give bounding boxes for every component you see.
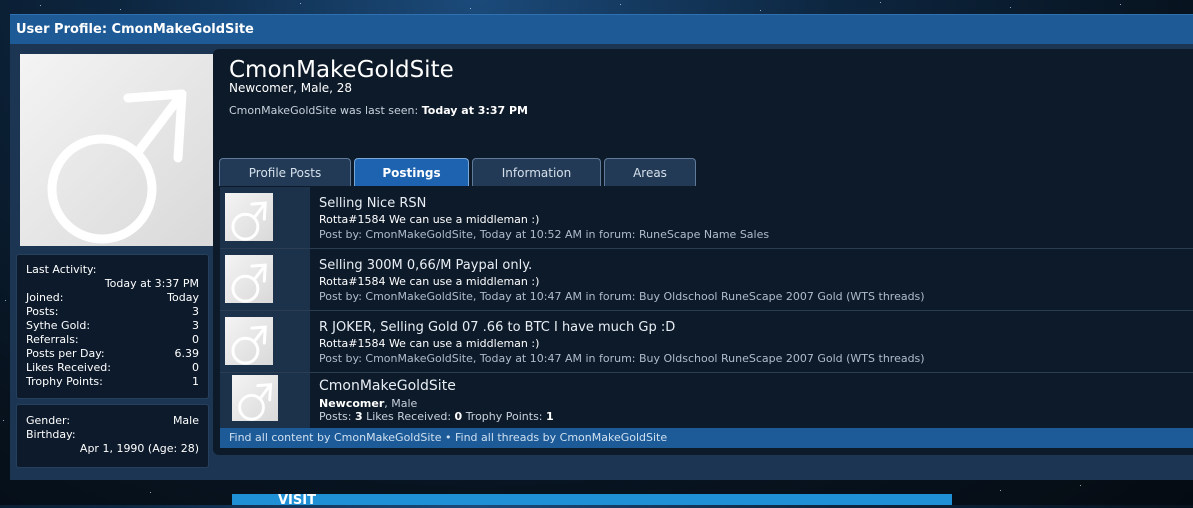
stat-label: Joined: — [26, 291, 64, 304]
last-activity-value: Today at 3:37 PM — [104, 277, 199, 290]
member-row[interactable]: CmonMakeGoldSite Newcomer, Male Posts: 3… — [220, 373, 1193, 430]
gender-label: Gender: — [26, 414, 71, 427]
stat-row: Likes Received: 0 — [17, 361, 208, 375]
stat-value: 3 — [192, 305, 199, 318]
member-likes-label: Likes Received: — [366, 410, 452, 423]
posting-author-avatar[interactable] — [225, 193, 273, 241]
profile-footer-links: Find all content by CmonMakeGoldSite • F… — [220, 428, 1193, 448]
member-gender: , Male — [384, 397, 418, 410]
last-seen-line: CmonMakeGoldSite was last seen: Today at… — [229, 104, 528, 117]
stat-label: Posts per Day: — [26, 347, 105, 360]
stats-list: Joined: Today Posts: 3 Sythe Gold: 3 Referrals… — [17, 291, 208, 389]
posting-row[interactable]: Selling Nice RSN Rotta#1584 We can use a… — [220, 187, 1193, 249]
male-symbol-icon — [238, 383, 273, 421]
member-trophy-label: Trophy Points: — [465, 410, 543, 423]
tab-postings[interactable]: Postings — [354, 158, 469, 186]
bottom-ad-banner[interactable]: VISIT — [232, 493, 952, 508]
stats-box: Last Activity: Today at 3:37 PM Joined: T… — [16, 254, 209, 399]
stat-label: Likes Received: — [26, 361, 111, 374]
page-title: User Profile: CmonMakeGoldSite — [16, 22, 254, 37]
stat-value: 1 — [192, 375, 199, 388]
tab-information[interactable]: Information — [472, 158, 601, 186]
profile-main-content: CmonMakeGoldSite Newcomer, Male, 28 Cmon… — [213, 49, 1193, 455]
stat-label: Posts: — [26, 305, 59, 318]
member-trophy-value: 1 — [546, 410, 554, 423]
birthday-row: Birthday: — [17, 428, 208, 442]
stat-value: Today — [167, 291, 199, 304]
profile-user-title: Newcomer, Male, 28 — [229, 81, 353, 95]
stat-value: 0 — [192, 333, 199, 346]
posting-title-link[interactable]: Selling 300M 0,66/M Paypal only. — [319, 258, 532, 273]
gender-row: Gender: Male — [17, 414, 208, 428]
posting-row[interactable]: Selling 300M 0,66/M Paypal only. Rotta#1… — [220, 249, 1193, 311]
find-all-threads-link[interactable]: Find all threads by CmonMakeGoldSite — [455, 431, 667, 444]
male-symbol-icon — [231, 263, 267, 303]
posting-row[interactable]: R JOKER, Selling Gold 07 .66 to BTC I ha… — [220, 311, 1193, 373]
stat-value: 0 — [192, 361, 199, 374]
birthday-label: Birthday: — [26, 428, 76, 441]
posting-meta: Post by: CmonMakeGoldSite, Today at 10:4… — [319, 290, 925, 303]
male-symbol-icon — [47, 89, 187, 244]
profile-username: CmonMakeGoldSite — [229, 57, 454, 83]
stat-row: Sythe Gold: 3 — [17, 319, 208, 333]
posting-snippet: Rotta#1584 We can use a middleman :) — [319, 213, 540, 226]
posting-snippet: Rotta#1584 We can use a middleman :) — [319, 337, 540, 350]
member-posts-label: Posts: — [319, 410, 352, 423]
last-activity-label: Last Activity: — [26, 263, 97, 276]
posting-author-avatar[interactable] — [225, 317, 273, 365]
tab-areas[interactable]: Areas — [604, 158, 696, 186]
birthday-value: Apr 1, 1990 (Age: 28) — [79, 442, 199, 455]
posting-title-link[interactable]: Selling Nice RSN — [319, 196, 426, 211]
male-symbol-icon — [231, 325, 267, 365]
find-all-content-link[interactable]: Find all content by CmonMakeGoldSite — [229, 431, 441, 444]
member-posts-value: 3 — [354, 410, 363, 423]
stat-row: Joined: Today — [17, 291, 208, 305]
tab-profile-posts[interactable]: Profile Posts — [219, 158, 351, 186]
member-stats: Posts: 3 Likes Received: 0 Trophy Points… — [319, 410, 554, 423]
posting-snippet: Rotta#1584 We can use a middleman :) — [319, 275, 540, 288]
stat-row: Posts per Day: 6.39 — [17, 347, 208, 361]
banner-visit-text: VISIT — [278, 493, 316, 508]
member-rank: Newcomer — [319, 397, 385, 410]
member-likes-value: 0 — [454, 410, 463, 423]
member-title: Newcomer, Male — [319, 397, 417, 410]
stat-label: Referrals: — [26, 333, 79, 346]
member-name-link[interactable]: CmonMakeGoldSite — [319, 378, 456, 394]
last-seen-label: CmonMakeGoldSite was last seen: — [229, 104, 419, 117]
posting-title-link[interactable]: R JOKER, Selling Gold 07 .66 to BTC I ha… — [319, 320, 675, 335]
gender-value: Male — [172, 414, 199, 427]
postings-list: Selling Nice RSN Rotta#1584 We can use a… — [220, 187, 1193, 430]
last-seen-value: Today at 3:37 PM — [421, 104, 529, 117]
stat-row: Referrals: 0 — [17, 333, 208, 347]
posting-meta: Post by: CmonMakeGoldSite, Today at 10:4… — [319, 352, 925, 365]
personal-info-box: Gender: Male Birthday: Apr 1, 1990 (Age:… — [16, 404, 209, 468]
stat-value: 3 — [192, 319, 199, 332]
profile-header-bar: User Profile: CmonMakeGoldSite — [10, 14, 1193, 45]
stat-row: Posts: 3 — [17, 305, 208, 319]
stat-value: 6.39 — [174, 347, 200, 360]
stat-label: Trophy Points: — [26, 375, 103, 388]
stat-row: Trophy Points: 1 — [17, 375, 208, 389]
member-avatar[interactable] — [232, 375, 278, 421]
last-activity-label-row: Last Activity: — [17, 263, 208, 277]
posting-meta: Post by: CmonMakeGoldSite, Today at 10:5… — [319, 228, 770, 241]
posting-author-avatar[interactable] — [225, 255, 273, 303]
stat-label: Sythe Gold: — [26, 319, 91, 332]
profile-avatar[interactable] — [20, 54, 213, 246]
footer-separator: • — [444, 431, 452, 444]
male-symbol-icon — [231, 201, 267, 241]
